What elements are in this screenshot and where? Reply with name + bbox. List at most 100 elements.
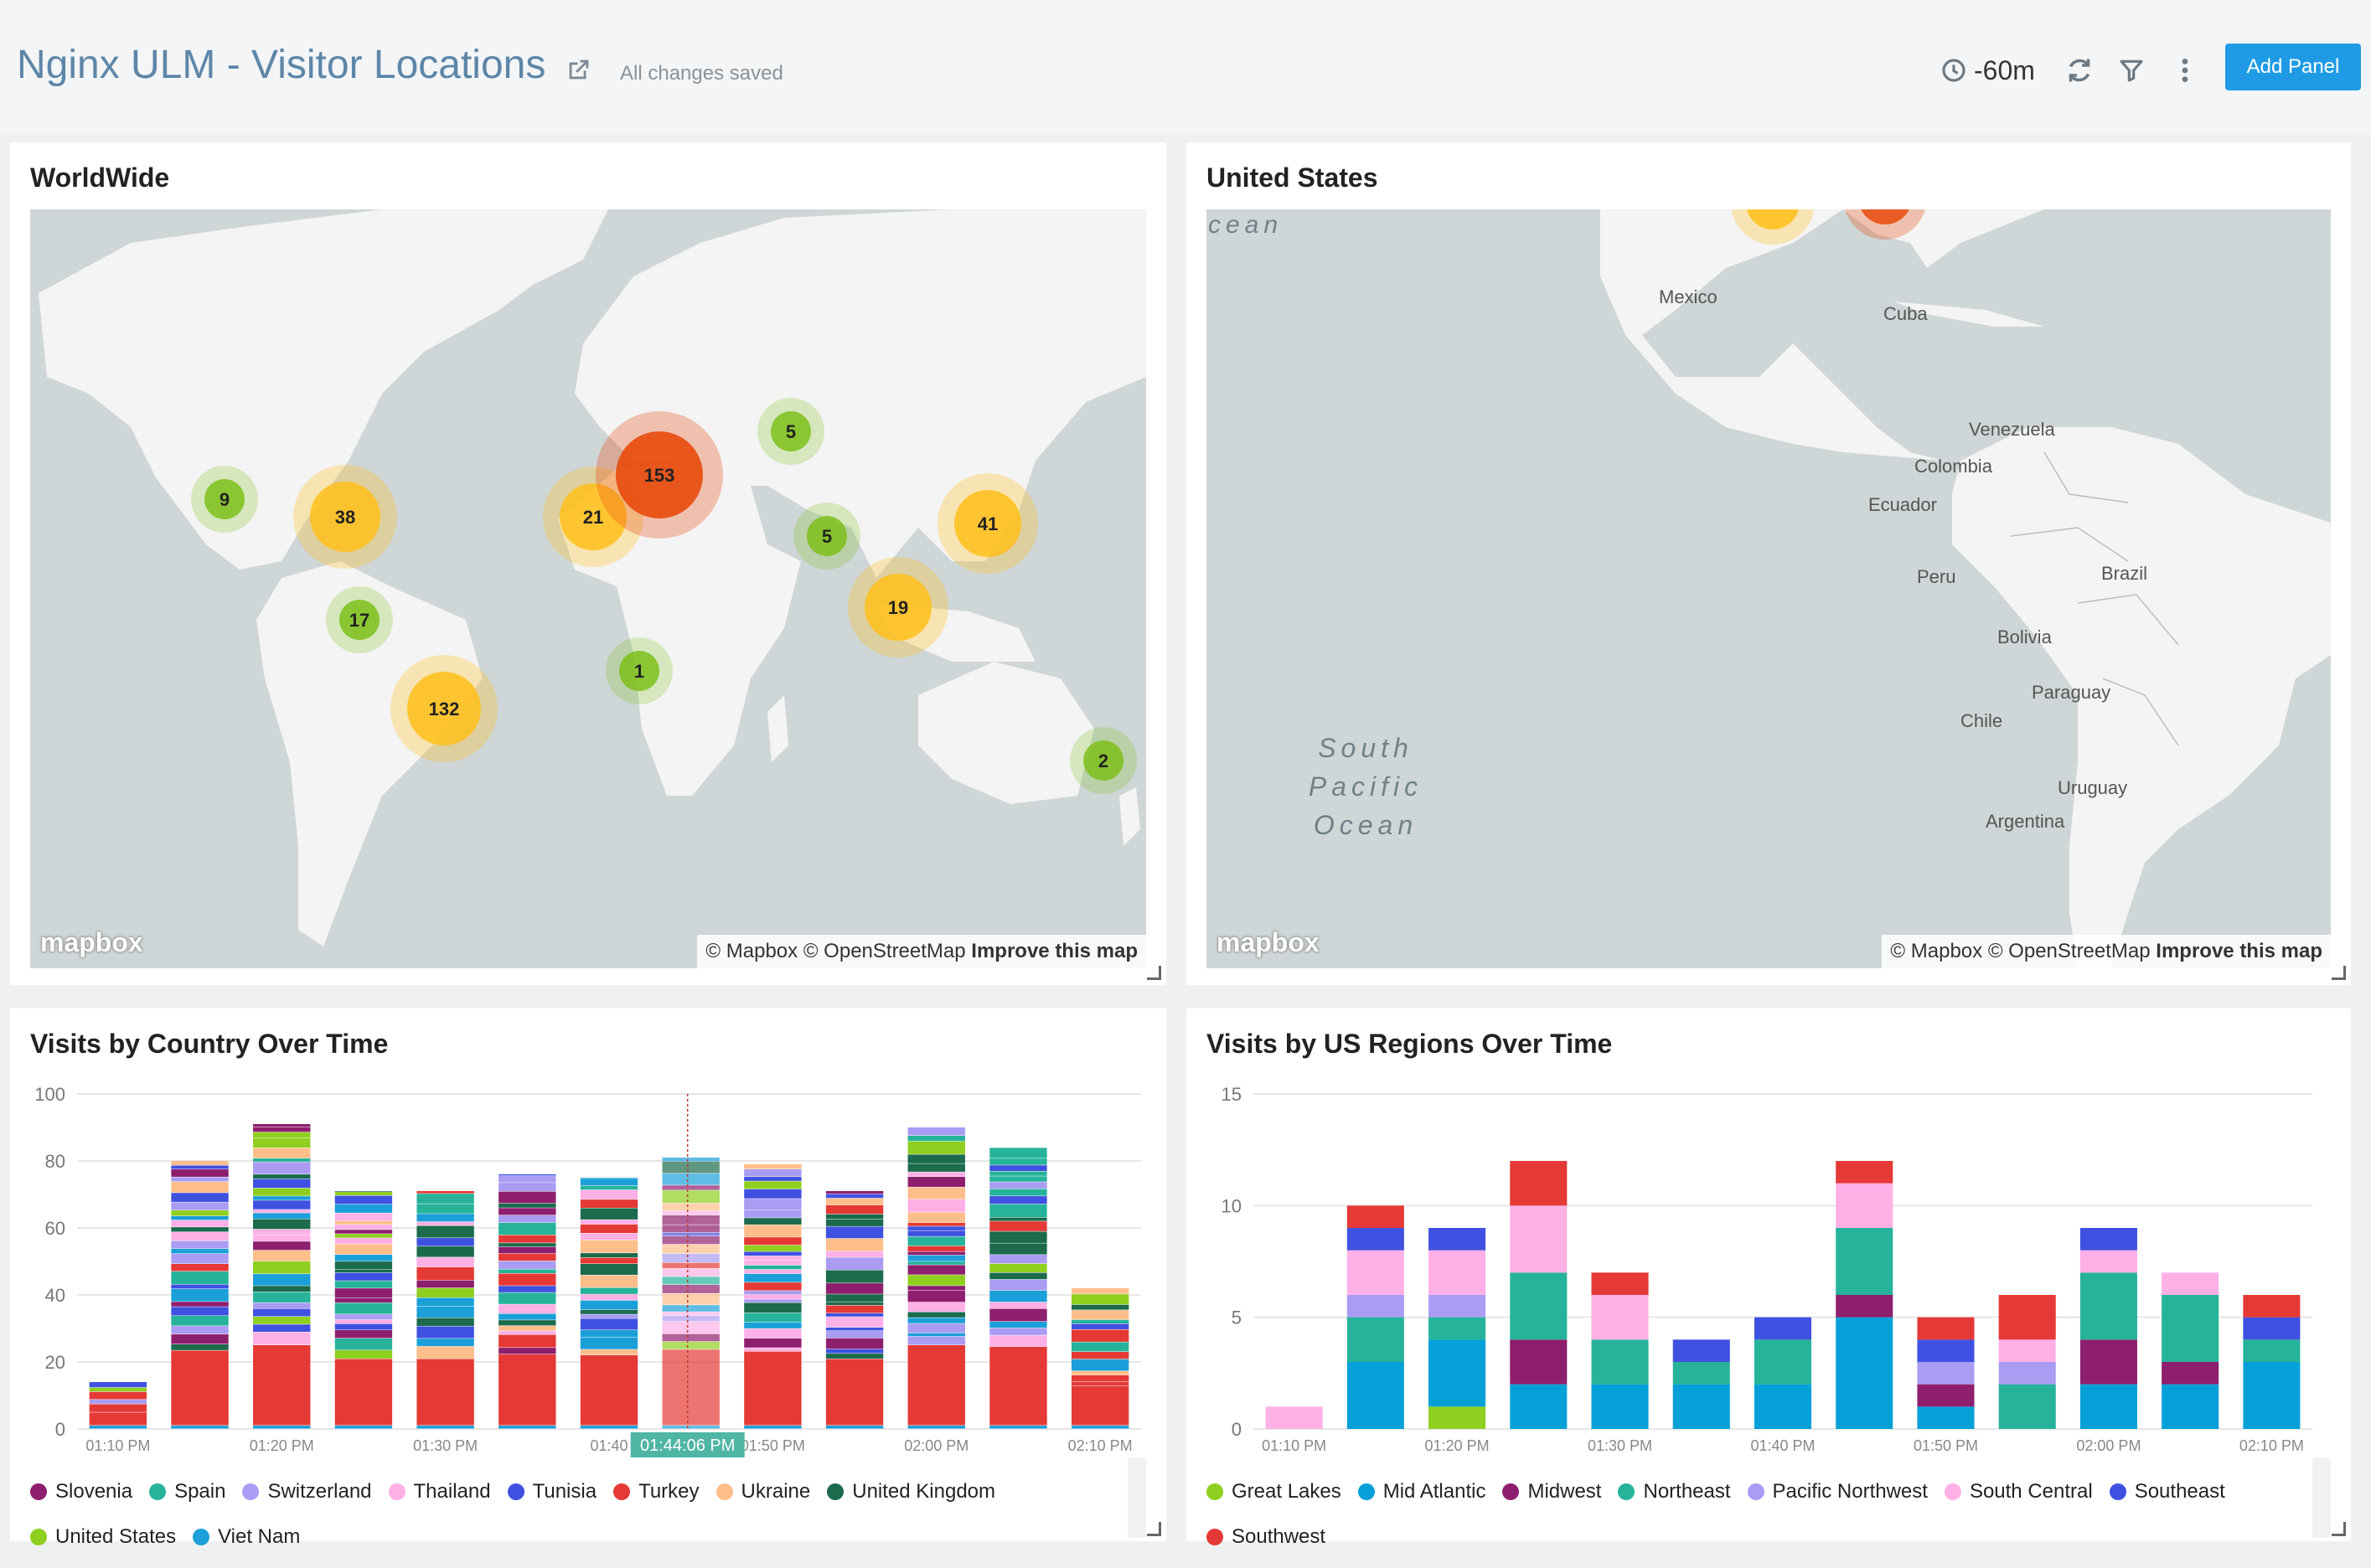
bar-segment[interactable] bbox=[989, 1243, 1047, 1255]
bar-segment[interactable] bbox=[1836, 1228, 1893, 1295]
bar-segment[interactable] bbox=[825, 1349, 884, 1354]
bar-segment[interactable] bbox=[825, 1283, 884, 1294]
bar-segment[interactable] bbox=[334, 1244, 393, 1255]
bar-segment[interactable] bbox=[580, 1349, 638, 1355]
bar-segment[interactable] bbox=[334, 1297, 393, 1303]
bar-segment[interactable] bbox=[825, 1238, 884, 1251]
bar-segment[interactable] bbox=[1071, 1381, 1129, 1386]
bar-segment[interactable] bbox=[825, 1338, 884, 1349]
legend-item[interactable]: Great Lakes bbox=[1206, 1469, 1341, 1514]
resize-handle[interactable] bbox=[2332, 966, 2346, 980]
mapbox-logo[interactable]: mapbox bbox=[40, 927, 143, 958]
bar-segment[interactable] bbox=[907, 1251, 965, 1256]
bar-segment[interactable] bbox=[498, 1354, 556, 1426]
bar-segment[interactable] bbox=[171, 1302, 229, 1307]
bar-segment[interactable] bbox=[580, 1309, 638, 1314]
bar-segment[interactable] bbox=[416, 1326, 474, 1338]
bar-segment[interactable] bbox=[498, 1208, 556, 1215]
legend-item[interactable]: United States bbox=[30, 1514, 176, 1560]
bar-segment[interactable] bbox=[1071, 1329, 1129, 1342]
bar-segment[interactable] bbox=[1754, 1317, 1812, 1340]
bar-segment[interactable] bbox=[662, 1253, 720, 1263]
bar-segment[interactable] bbox=[580, 1337, 638, 1349]
bar-segment[interactable] bbox=[907, 1163, 965, 1172]
bar-segment[interactable] bbox=[253, 1426, 311, 1429]
bar-segment[interactable] bbox=[907, 1236, 965, 1246]
bar-segment[interactable] bbox=[907, 1154, 965, 1163]
legend-item[interactable]: Southeast bbox=[2109, 1469, 2225, 1514]
bar-segment[interactable] bbox=[662, 1225, 720, 1233]
bar-segment[interactable] bbox=[2079, 1250, 2137, 1273]
bar-segment[interactable] bbox=[2243, 1339, 2301, 1362]
bar-segment[interactable] bbox=[171, 1231, 229, 1241]
region-chart[interactable]: 0 5 10 15 01:10 PM 01:20 PM 01:30 PM 01:40 PM 01… bbox=[1186, 1075, 2351, 1469]
bar-segment[interactable] bbox=[825, 1198, 884, 1205]
legend-item[interactable]: Mid Atlantic bbox=[1357, 1469, 1485, 1514]
bar-segment[interactable] bbox=[907, 1127, 965, 1136]
filter-icon[interactable] bbox=[2118, 57, 2145, 84]
bar-segment[interactable] bbox=[171, 1307, 229, 1316]
bar-segment[interactable] bbox=[171, 1210, 229, 1216]
bar-segment[interactable] bbox=[253, 1137, 311, 1148]
bar-segment[interactable] bbox=[498, 1174, 556, 1176]
bar-segment[interactable] bbox=[253, 1235, 311, 1241]
bar-segment[interactable] bbox=[1346, 1317, 1404, 1362]
bar-segment[interactable] bbox=[744, 1169, 802, 1177]
bar-segment[interactable] bbox=[907, 1333, 965, 1337]
bar-segment[interactable] bbox=[744, 1322, 802, 1328]
bar-segment[interactable] bbox=[907, 1336, 965, 1345]
bar-segment[interactable] bbox=[744, 1282, 802, 1291]
bar-segment[interactable] bbox=[662, 1185, 720, 1190]
bar-segment[interactable] bbox=[1836, 1183, 1893, 1228]
bar-segment[interactable] bbox=[89, 1404, 147, 1412]
bar-segment[interactable] bbox=[580, 1318, 638, 1330]
bar-segment[interactable] bbox=[334, 1314, 393, 1320]
bar-segment[interactable] bbox=[1071, 1375, 1129, 1382]
bar-segment[interactable] bbox=[907, 1141, 965, 1154]
bar-segment[interactable] bbox=[580, 1220, 638, 1225]
bar-segment[interactable] bbox=[171, 1193, 229, 1202]
bar-segment[interactable] bbox=[1836, 1295, 1893, 1318]
bar-segment[interactable] bbox=[989, 1279, 1047, 1291]
bar-segment[interactable] bbox=[662, 1203, 720, 1211]
bar-segment[interactable] bbox=[744, 1251, 802, 1256]
resize-handle[interactable] bbox=[1147, 966, 1161, 980]
bar-segment[interactable] bbox=[416, 1297, 474, 1307]
bar-segment[interactable] bbox=[171, 1169, 229, 1177]
bar-segment[interactable] bbox=[1591, 1384, 1649, 1429]
bar-segment[interactable] bbox=[1346, 1228, 1404, 1251]
bar-segment[interactable] bbox=[907, 1246, 965, 1251]
bar-segment[interactable] bbox=[1672, 1384, 1730, 1429]
bar-segment[interactable] bbox=[744, 1218, 802, 1225]
country-chart[interactable]: 0 20 40 60 80 100 01:10 PM 01:20 PM 01:30 PM 01:4… bbox=[10, 1075, 1166, 1469]
bar-segment[interactable] bbox=[253, 1308, 311, 1317]
bar-segment[interactable] bbox=[907, 1261, 965, 1265]
bar-segment[interactable] bbox=[498, 1243, 556, 1247]
bar-segment[interactable] bbox=[580, 1275, 638, 1288]
bar-segment[interactable] bbox=[334, 1302, 393, 1314]
bar-segment[interactable] bbox=[580, 1426, 638, 1429]
bar-segment[interactable] bbox=[1917, 1384, 1975, 1407]
bar-segment[interactable] bbox=[253, 1158, 311, 1162]
bar-segment[interactable] bbox=[580, 1179, 638, 1186]
bar-segment[interactable] bbox=[1428, 1317, 1486, 1340]
bar-segment[interactable] bbox=[580, 1233, 638, 1240]
bar-segment[interactable] bbox=[1428, 1339, 1486, 1407]
bar-segment[interactable] bbox=[907, 1286, 965, 1291]
bar-segment[interactable] bbox=[1998, 1384, 2056, 1429]
attribution-text[interactable]: © Mapbox © OpenStreetMap bbox=[1890, 940, 2150, 962]
bar-segment[interactable] bbox=[825, 1305, 884, 1313]
bar-segment[interactable] bbox=[1346, 1295, 1404, 1318]
bar-segment[interactable] bbox=[989, 1308, 1047, 1322]
bar-segment[interactable] bbox=[1071, 1359, 1129, 1371]
bar-segment[interactable] bbox=[825, 1226, 884, 1239]
bar-segment[interactable] bbox=[171, 1248, 229, 1254]
bar-segment[interactable] bbox=[253, 1229, 311, 1235]
bar-segment[interactable] bbox=[744, 1269, 802, 1274]
bar-segment[interactable] bbox=[498, 1235, 556, 1243]
bar-segment[interactable] bbox=[1071, 1319, 1129, 1324]
legend-item[interactable]: Thailand bbox=[388, 1469, 491, 1514]
bar-segment[interactable] bbox=[989, 1158, 1047, 1165]
bar-segment[interactable] bbox=[416, 1359, 474, 1426]
legend-item[interactable]: Midwest bbox=[1502, 1469, 1601, 1514]
